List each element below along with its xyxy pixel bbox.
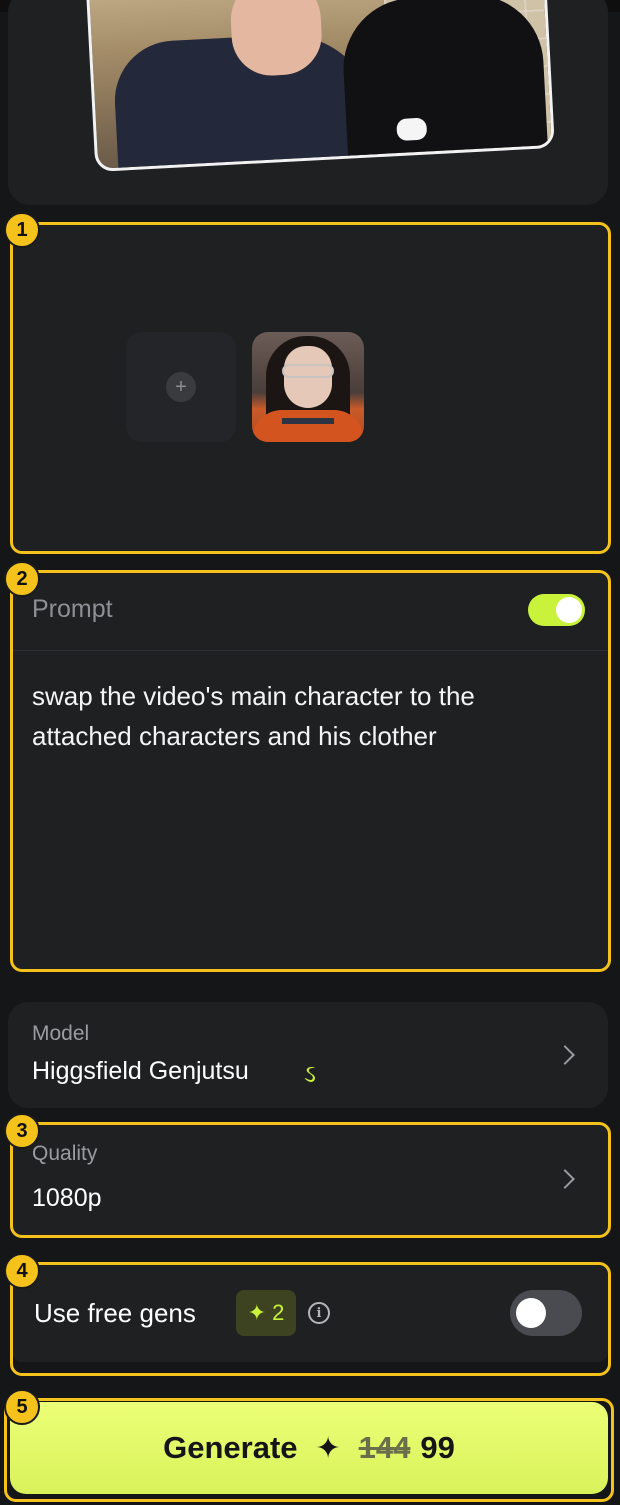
video-cup: [396, 117, 428, 142]
model-selector[interactable]: [8, 1002, 608, 1108]
video-person-secondary: [339, 0, 550, 172]
step-marker-4: 4: [4, 1253, 40, 1289]
video-thumbnail[interactable]: [85, 0, 555, 172]
step-marker-2: 2: [4, 561, 40, 597]
highlight-box-4: [10, 1262, 611, 1376]
step-marker-3: 3: [4, 1113, 40, 1149]
model-value: Higgsfield Genjutsu: [32, 1057, 249, 1085]
genjutsu-squiggle-icon: ઽ: [304, 1060, 316, 1088]
step-marker-1: 1: [4, 212, 40, 248]
highlight-box-5: [4, 1398, 614, 1502]
highlight-box-1: [10, 222, 611, 554]
highlight-box-2: [10, 570, 611, 972]
highlight-box-3: [10, 1122, 611, 1238]
model-label: Model: [32, 1022, 90, 1045]
step-marker-5: 5: [4, 1389, 40, 1425]
video-preview-card: [8, 0, 608, 205]
